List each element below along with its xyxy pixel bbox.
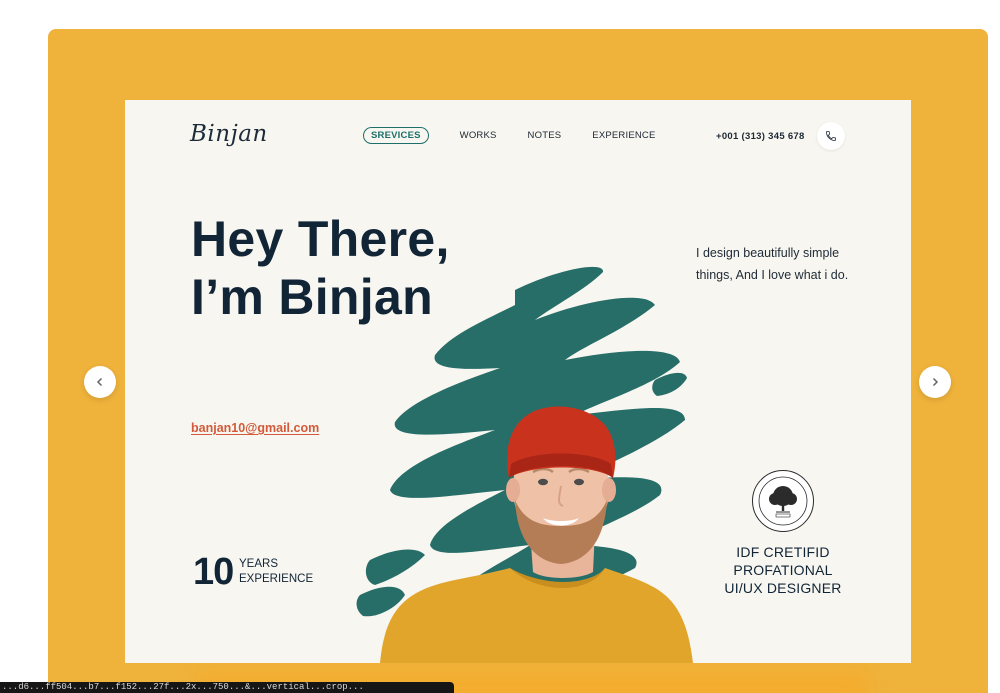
certification-text: IDF CRETIFID PROFATIONAL UI/UX DESIGNER [715, 543, 851, 597]
main-nav: SREVICES WORKS NOTES EXPERIENCE [363, 127, 687, 144]
nav-item-notes[interactable]: NOTES [528, 130, 562, 141]
email-link[interactable]: banjan10@gmail.com [191, 421, 319, 435]
carousel-prev-button[interactable] [84, 366, 116, 398]
years-label-line-1: YEARS [239, 558, 278, 570]
nav-item-services[interactable]: SREVICES [363, 127, 429, 144]
hero-portrait [356, 266, 693, 663]
design-preview-slide: Binjan SREVICES WORKS NOTES EXPERIENCE +… [125, 100, 911, 663]
years-label: YEARS EXPERIENCE [239, 557, 313, 587]
tree-seal-icon [758, 476, 808, 526]
site-logo[interactable]: Binjan [190, 121, 268, 147]
certification-badge [752, 470, 814, 532]
years-label-line-2: EXPERIENCE [239, 573, 314, 585]
years-count: 10 [193, 551, 234, 593]
call-button[interactable] [817, 122, 845, 150]
status-url-bar: ...d6...ff504...b7...f152...27f...2x...7… [0, 682, 454, 693]
cert-line-3: UI/UX DESIGNER [724, 580, 842, 596]
chevron-right-icon [932, 377, 939, 387]
nav-item-experience[interactable]: EXPERIENCE [592, 130, 655, 141]
phone-number: +001 (313) 345 678 [716, 131, 805, 142]
cert-line-2: PROFATIONAL [733, 562, 833, 578]
phone-icon [826, 131, 836, 141]
carousel-next-button[interactable] [919, 366, 951, 398]
hero-tagline: I design beautifully simple things, And … [696, 246, 849, 282]
cert-line-1: IDF CRETIFID [736, 544, 830, 560]
chevron-left-icon [96, 377, 103, 387]
nav-item-works[interactable]: WORKS [460, 130, 497, 141]
